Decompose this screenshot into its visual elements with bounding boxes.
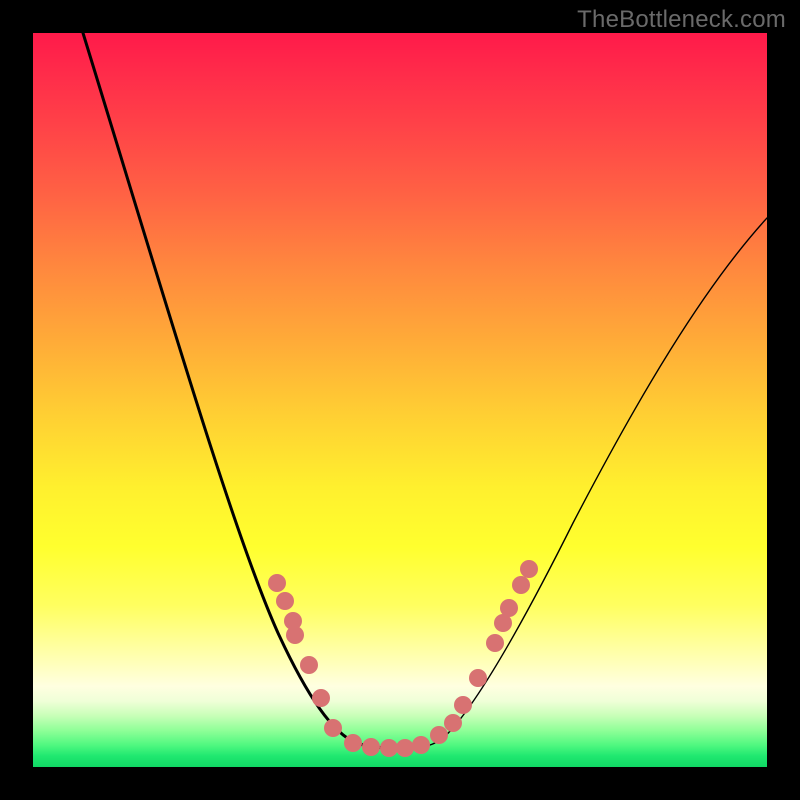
bottleneck-curve-right	[403, 218, 767, 748]
marker-dot	[300, 656, 318, 674]
marker-dot	[276, 592, 294, 610]
marker-dot	[486, 634, 504, 652]
marker-dot	[344, 734, 362, 752]
marker-dot	[500, 599, 518, 617]
marker-dot	[520, 560, 538, 578]
bottleneck-curve-left	[83, 33, 403, 748]
marker-dot	[396, 739, 414, 757]
markers-group	[268, 560, 538, 757]
marker-dot	[444, 714, 462, 732]
marker-dot	[380, 739, 398, 757]
chart-svg	[33, 33, 767, 767]
marker-dot	[430, 726, 448, 744]
marker-dot	[512, 576, 530, 594]
marker-dot	[362, 738, 380, 756]
marker-dot	[286, 626, 304, 644]
marker-dot	[454, 696, 472, 714]
plot-area	[33, 33, 767, 767]
marker-dot	[412, 736, 430, 754]
marker-dot	[469, 669, 487, 687]
watermark-text: TheBottleneck.com	[577, 6, 786, 34]
marker-dot	[324, 719, 342, 737]
marker-dot	[312, 689, 330, 707]
chart-frame: TheBottleneck.com	[0, 0, 800, 800]
marker-dot	[268, 574, 286, 592]
